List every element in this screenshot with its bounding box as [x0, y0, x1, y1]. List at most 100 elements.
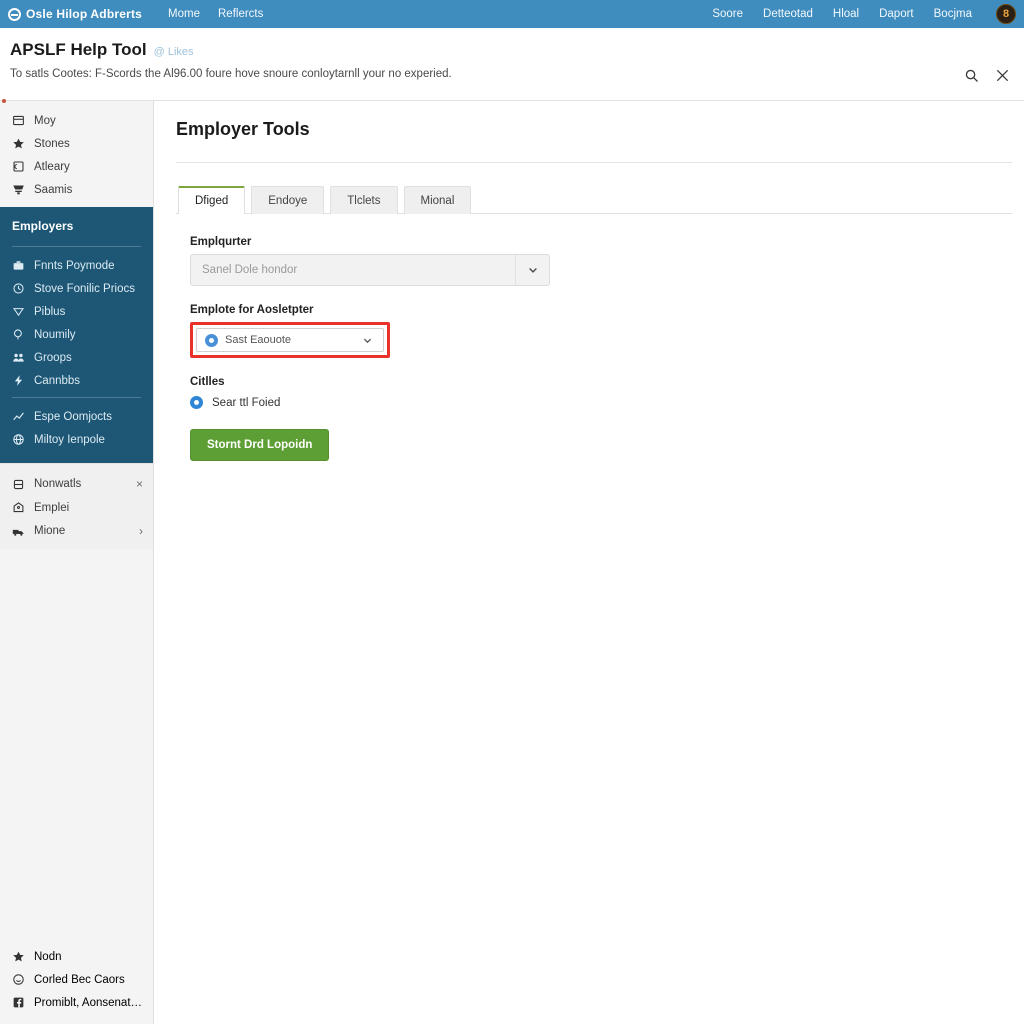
facebook-icon [12, 996, 25, 1009]
main-content: Employer Tools Dfiged Endoye Tlclets Mio… [154, 101, 1024, 1024]
sidebar-item-label: Piblus [34, 305, 66, 318]
clock-icon [12, 282, 25, 295]
chevron-right-icon[interactable]: › [139, 524, 143, 538]
close-icon[interactable]: × [136, 477, 143, 491]
top-nav-links: Mome Reflercts [168, 8, 263, 20]
lock-icon [12, 478, 25, 491]
assignee-field-label: Emplote for Aosletpter [190, 304, 314, 316]
sidebar-item-atleary[interactable]: Atleary [0, 155, 153, 178]
top-nav-right-links: Soore Detteotad Hloal Daport Bocjma 8 [712, 4, 1016, 24]
body-wrapper: Moy Stones Atleary Saamis Employers Fnnt… [0, 99, 1024, 1024]
sidebar-spacer [0, 549, 153, 941]
page-description: To satls Cootes: F-Scords the Al96.00 fo… [10, 68, 452, 80]
tab-bar: Dfiged Endoye Tlclets Mional [176, 185, 1012, 214]
top-nav-right-item-2[interactable]: Hloal [833, 8, 859, 20]
tab-tlclets[interactable]: Tlclets [330, 186, 398, 214]
sidebar-item-nonwatls[interactable]: Nonwatls × [0, 472, 153, 496]
truck-icon [12, 525, 25, 538]
sidebar-item-label: Mione [34, 525, 66, 537]
cities-radio-label: Sear ttl Foied [212, 396, 281, 409]
star-icon [12, 137, 25, 150]
sidebar-item-miltoy-ienpole[interactable]: Miltoy Ienpole [0, 428, 153, 451]
top-nav-item-1[interactable]: Reflercts [218, 8, 263, 20]
briefcase-icon [12, 259, 25, 272]
sidebar-item-label: Fnnts Poymode [34, 259, 115, 272]
assignee-avatar-icon [205, 333, 218, 347]
sidebar-item-label: Stones [34, 137, 70, 150]
tab-mional[interactable]: Mional [403, 186, 472, 214]
sidebar-item-emplei[interactable]: Emplei [0, 496, 153, 519]
app-root: Osle Hilop Adbrerts Mome Reflercts Soore… [0, 0, 1024, 1024]
highlight-box: Sast Eaouote [190, 322, 390, 358]
sidebar-item-piblus[interactable]: Piblus [0, 300, 153, 323]
assignee-select-value: Sast Eaouote [225, 334, 292, 346]
employer-select-value: Sanel Dole hondor [202, 264, 298, 276]
radio-selected-icon[interactable] [190, 396, 203, 409]
list-icon [12, 114, 25, 127]
star-icon [12, 950, 25, 963]
search-icon[interactable] [964, 68, 979, 83]
assignee-select[interactable]: Sast Eaouote [196, 328, 384, 352]
sidebar-item-label: Miltoy Ienpole [34, 433, 105, 446]
title-divider [176, 162, 1012, 163]
bolt-icon [12, 374, 25, 387]
sidebar-footer-item-corled-bec-caors[interactable]: Corled Bec Caors [0, 968, 153, 991]
sidebar-item-stove-fonilic-priocs[interactable]: Stove Fonilic Priocs [0, 277, 153, 300]
cart-icon [12, 183, 25, 196]
tab-endoye[interactable]: Endoye [251, 186, 325, 214]
sidebar-divider [12, 246, 141, 247]
sidebar-item-label: Groops [34, 351, 72, 364]
sidebar-item-label: Emplei [34, 501, 70, 514]
sidebar-section-mid: Nonwatls × Emplei Mione › [0, 99, 153, 549]
sidebar-item-label: Promiblt, Aonsenated [34, 996, 143, 1009]
sidebar-item-label: Nodn [34, 950, 62, 963]
submit-button[interactable]: Stornt Drd Lopoidn [190, 429, 330, 461]
cities-radio-option[interactable]: Sear ttl Foied [190, 396, 1012, 409]
sidebar-item-label: Noumily [34, 328, 76, 341]
sidebar-item-noumily[interactable]: Noumily [0, 323, 153, 346]
top-nav-right-item-1[interactable]: Detteotad [763, 8, 813, 20]
sidebar-item-label: Cannbbs [34, 374, 81, 387]
sidebar-item-fnnts-poymode[interactable]: Fnnts Poymode [0, 254, 153, 277]
sidebar-footer-item-nodn[interactable]: Nodn [0, 945, 153, 968]
sidebar-divider-2 [12, 397, 141, 398]
sidebar-item-moy[interactable]: Moy [0, 109, 153, 132]
book-icon [12, 160, 25, 173]
notification-dot [2, 99, 6, 103]
chevron-down-icon[interactable] [515, 255, 549, 285]
tag-icon [12, 305, 25, 318]
top-nav-right-item-3[interactable]: Daport [879, 8, 914, 20]
sidebar: Moy Stones Atleary Saamis Employers Fnnt… [0, 99, 154, 1024]
sidebar-item-saamis[interactable]: Saamis [0, 178, 153, 201]
sidebar-item-label: Atleary [34, 160, 70, 173]
close-icon[interactable] [995, 68, 1010, 83]
employer-form: Emplqurter Sanel Dole hondor Emplote for… [176, 214, 1012, 461]
employer-select[interactable]: Sanel Dole hondor [190, 254, 550, 286]
sidebar-item-label: Corled Bec Caors [34, 973, 125, 986]
top-nav-right-item-4[interactable]: Bocjma [934, 8, 972, 20]
sidebar-section-title: Employers [12, 219, 74, 233]
people-icon [12, 351, 25, 364]
top-navigation-bar: Osle Hilop Adbrerts Mome Reflercts Soore… [0, 0, 1024, 28]
sidebar-section-top: Moy Stones Atleary Saamis [0, 101, 153, 207]
top-nav-right-item-0[interactable]: Soore [712, 8, 743, 20]
sidebar-item-espe-oomjocts[interactable]: Espe Oomjocts [0, 405, 153, 428]
tab-dfiged[interactable]: Dfiged [178, 186, 246, 214]
top-nav-item-0[interactable]: Mome [168, 8, 200, 20]
page-title: APSLF Help Tool [10, 40, 147, 59]
sidebar-item-cannbbs[interactable]: Cannbbs [0, 369, 153, 392]
brand[interactable]: Osle Hilop Adbrerts [8, 7, 142, 21]
page-header: APSLF Help Tool @ Likes To satls Cootes: … [0, 28, 1024, 101]
brand-label: Osle Hilop Adbrerts [26, 7, 143, 21]
chevron-down-icon[interactable] [362, 335, 383, 346]
header-actions [964, 68, 1010, 83]
sidebar-footer-item-promiblt[interactable]: Promiblt, Aonsenated [0, 991, 153, 1014]
sidebar-item-groops[interactable]: Groops [0, 346, 153, 369]
sidebar-item-label: Stove Fonilic Priocs [34, 282, 135, 295]
sidebar-item-stones[interactable]: Stones [0, 132, 153, 155]
avatar[interactable]: 8 [996, 4, 1016, 24]
sidebar-item-label: Saamis [34, 183, 73, 196]
sidebar-item-mione[interactable]: Mione › [0, 519, 153, 543]
sidebar-item-label: Espe Oomjocts [34, 410, 112, 423]
sidebar-item-label: Nonwatls [34, 478, 82, 490]
